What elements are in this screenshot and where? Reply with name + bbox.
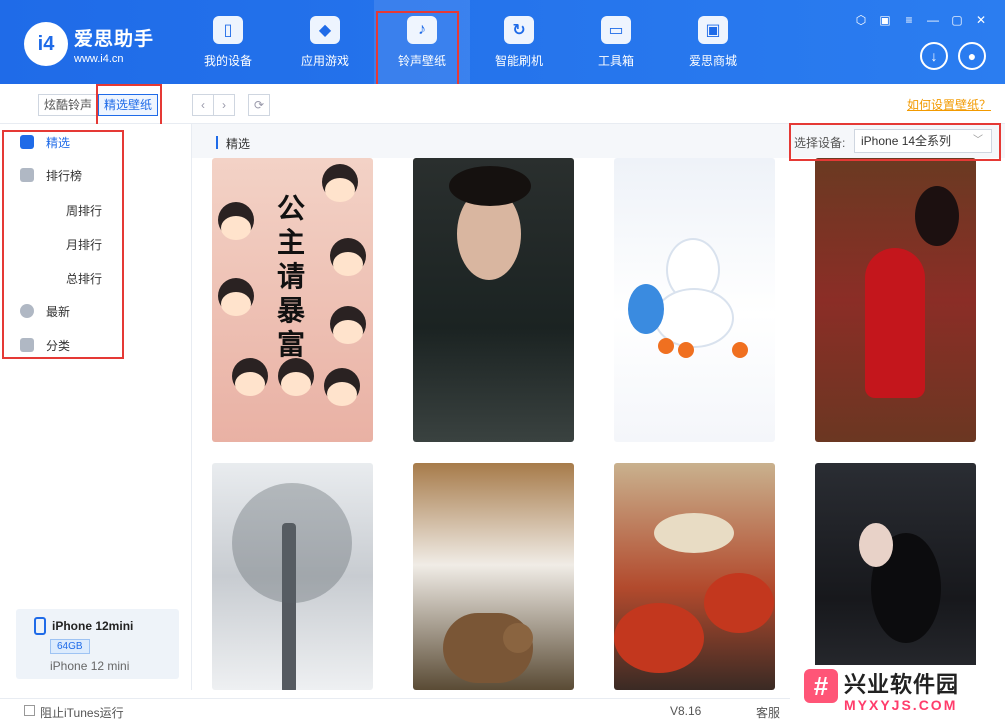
brand: 爱思助手 www.i4.cn xyxy=(74,24,154,65)
block-itunes-label[interactable]: 阻止iTunes运行 xyxy=(40,704,124,721)
phone-icon: ▯ xyxy=(213,15,243,44)
nav-item-store[interactable]: ▣ 爱思商城 xyxy=(665,0,761,84)
phone-icon xyxy=(34,617,46,635)
device-card[interactable]: iPhone 12mini 64GB iPhone 12 mini xyxy=(16,609,179,679)
nav-label: 爱思商城 xyxy=(688,53,737,68)
wallpaper-thumbnail[interactable] xyxy=(815,158,976,442)
crayfish-bowl xyxy=(704,573,774,633)
device-model: iPhone 12 mini xyxy=(50,659,130,673)
woman-face xyxy=(859,523,893,567)
cartoon-face xyxy=(333,252,363,276)
wallpaper-thumbnail[interactable]: 公主请暴富 xyxy=(212,158,373,442)
forward-button[interactable]: › xyxy=(213,94,235,116)
dish-plate xyxy=(654,513,734,553)
refresh-button[interactable]: ⟳ xyxy=(248,94,270,116)
wallpaper-thumbnail[interactable] xyxy=(614,158,775,442)
skin-icon[interactable]: ⬡ xyxy=(853,12,869,28)
toolbox-icon: ▭ xyxy=(601,15,631,44)
woman-hair xyxy=(915,186,959,246)
maximize-icon[interactable]: ▢ xyxy=(949,12,965,28)
wallpaper-thumbnail[interactable] xyxy=(413,158,574,442)
main-nav: ▯ 我的设备 ◆ 应用游戏 ♪ 铃声壁纸 ↻ 智能刷机 ▭ 工具箱 ▣ 爱思商城 xyxy=(180,0,762,84)
watermark-url: MYXYJS.COM xyxy=(844,697,958,713)
window-controls: ⬡ ▣ ≡ — ▢ ✕ xyxy=(853,12,989,28)
deer-head xyxy=(503,623,533,653)
portrait-hair xyxy=(449,166,531,206)
orange-fruit xyxy=(658,338,674,354)
watermark: # 兴业软件园 MYXYJS.COM xyxy=(790,665,1005,726)
woman-dress xyxy=(865,248,925,398)
orange-fruit xyxy=(732,342,748,358)
nav-label: 应用游戏 xyxy=(300,53,349,68)
tab-ringtone[interactable]: 炫酷铃声 xyxy=(38,94,99,116)
wallpaper-thumbnail[interactable] xyxy=(212,463,373,690)
download-icon[interactable]: ↓ xyxy=(920,42,948,70)
watermark-name: 兴业软件园 xyxy=(844,672,960,697)
cartoon-face xyxy=(327,382,357,406)
app-url: www.i4.cn xyxy=(74,53,124,65)
wallpaper-text: 公主请暴富 xyxy=(276,192,305,361)
nav-label: 智能刷机 xyxy=(494,53,543,68)
version-label: V8.16 xyxy=(670,704,702,718)
cube-icon: ◆ xyxy=(310,15,340,44)
watermark-logo-icon: # xyxy=(804,669,838,703)
flash-icon: ↻ xyxy=(504,15,534,44)
cartoon-face xyxy=(221,292,251,316)
wallpaper-thumbnail[interactable] xyxy=(413,463,574,690)
wallpaper-thumbnail[interactable] xyxy=(815,463,976,690)
device-name: iPhone 12mini xyxy=(52,619,134,633)
nav-label: 工具箱 xyxy=(597,53,634,68)
minimize-icon[interactable]: — xyxy=(925,12,941,28)
app-name: 爱思助手 xyxy=(74,29,155,50)
nav-label: 我的设备 xyxy=(203,53,252,68)
nav-item-smart-flash[interactable]: ↻ 智能刷机 xyxy=(471,0,567,84)
section-marker xyxy=(216,136,218,149)
orange-fruit xyxy=(678,342,694,358)
cartoon-face xyxy=(235,372,265,396)
customer-service-link[interactable]: 客服 xyxy=(756,704,780,721)
highlight-box-nav xyxy=(376,11,459,91)
user-icon[interactable]: ● xyxy=(958,42,986,70)
cartoon-face xyxy=(281,372,311,396)
top-bar: i4 爱思助手 www.i4.cn ▯ 我的设备 ◆ 应用游戏 ♪ 铃声壁纸 ↻… xyxy=(0,0,1005,91)
shopping-bag-icon: ▣ xyxy=(698,15,728,44)
tree-branches xyxy=(232,483,352,603)
close-icon[interactable]: ✕ xyxy=(973,12,989,28)
kid-figure xyxy=(628,284,664,334)
block-itunes-checkbox[interactable] xyxy=(24,705,35,716)
back-button[interactable]: ‹ xyxy=(192,94,214,116)
menu-icon[interactable]: ≡ xyxy=(901,12,917,28)
cartoon-face xyxy=(325,178,355,202)
pin-icon[interactable]: ▣ xyxy=(877,12,893,28)
cartoon-face xyxy=(333,320,363,344)
section-title: 精选 xyxy=(226,137,251,151)
highlight-box-device-select xyxy=(789,123,1001,161)
app-logo-icon: i4 xyxy=(24,22,68,66)
crayfish-bowl xyxy=(614,603,704,673)
highlight-box-tab xyxy=(96,84,162,127)
nav-item-apps-games[interactable]: ◆ 应用游戏 xyxy=(277,0,373,84)
highlight-box-sidebar xyxy=(2,130,124,359)
nav-item-my-device[interactable]: ▯ 我的设备 xyxy=(180,0,276,84)
nav-item-toolbox[interactable]: ▭ 工具箱 xyxy=(568,0,664,84)
wallpaper-thumbnail[interactable] xyxy=(614,463,775,690)
cartoon-face xyxy=(221,216,251,240)
device-capacity-badge: 64GB xyxy=(50,639,90,654)
wallpaper-content: 精选 选择设备: iPhone 14全系列 ﹀ 公主请暴富 xyxy=(192,124,1005,690)
how-to-set-wallpaper-link[interactable]: 如何设置壁纸？ xyxy=(907,96,991,113)
